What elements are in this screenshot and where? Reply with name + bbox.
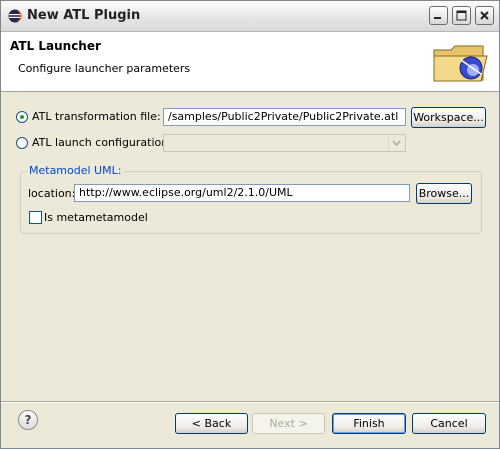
window-title: New ATL Plugin	[27, 8, 141, 23]
location-label: location:	[28, 187, 76, 200]
back-button[interactable]: < Back	[175, 413, 248, 434]
transformation-radio[interactable]	[16, 111, 28, 123]
wizard-header: ATL Launcher Configure launcher paramete…	[1, 32, 499, 92]
cancel-button[interactable]: Cancel	[412, 413, 486, 434]
transformation-label: ATL transformation file:	[32, 110, 161, 123]
metametamodel-label: Is metametamodel	[44, 211, 148, 224]
close-icon	[480, 11, 489, 20]
page-title: ATL Launcher	[10, 39, 101, 53]
minimize-icon	[434, 17, 441, 19]
launch-config-combo[interactable]	[163, 134, 406, 152]
location-field[interactable]: http://www.eclipse.org/uml2/2.1.0/UML	[74, 184, 410, 202]
radio-selected-dot	[20, 115, 24, 119]
metamodel-group-title: Metamodel UML:	[27, 164, 124, 177]
maximize-icon	[456, 10, 467, 21]
footer-separator	[1, 401, 499, 403]
finish-button[interactable]: Finish	[332, 413, 406, 434]
transformation-file-field[interactable]: /samples/Public2Private/Public2Private.a…	[163, 108, 406, 126]
combo-arrow	[388, 136, 404, 150]
minimize-button[interactable]	[429, 6, 448, 25]
chevron-down-icon	[392, 140, 401, 147]
metamodel-group	[20, 171, 482, 234]
next-button[interactable]: Next >	[252, 413, 325, 434]
title-bar[interactable]: New ATL Plugin	[1, 1, 499, 32]
page-subtitle: Configure launcher parameters	[18, 62, 191, 75]
folder-wizard-icon	[433, 45, 488, 82]
close-button[interactable]	[475, 6, 494, 25]
eclipse-icon	[8, 9, 22, 23]
launch-config-radio[interactable]	[16, 137, 28, 149]
metametamodel-checkbox[interactable]	[29, 211, 42, 224]
maximize-button[interactable]	[452, 6, 471, 25]
wizard-window: New ATL Plugin ATL Launcher Configure la…	[0, 0, 500, 449]
browse-button[interactable]: Browse...	[416, 183, 472, 204]
launch-config-label: ATL launch configuration:	[32, 136, 172, 149]
help-icon[interactable]: ?	[18, 410, 38, 430]
workspace-button[interactable]: Workspace...	[411, 107, 486, 128]
